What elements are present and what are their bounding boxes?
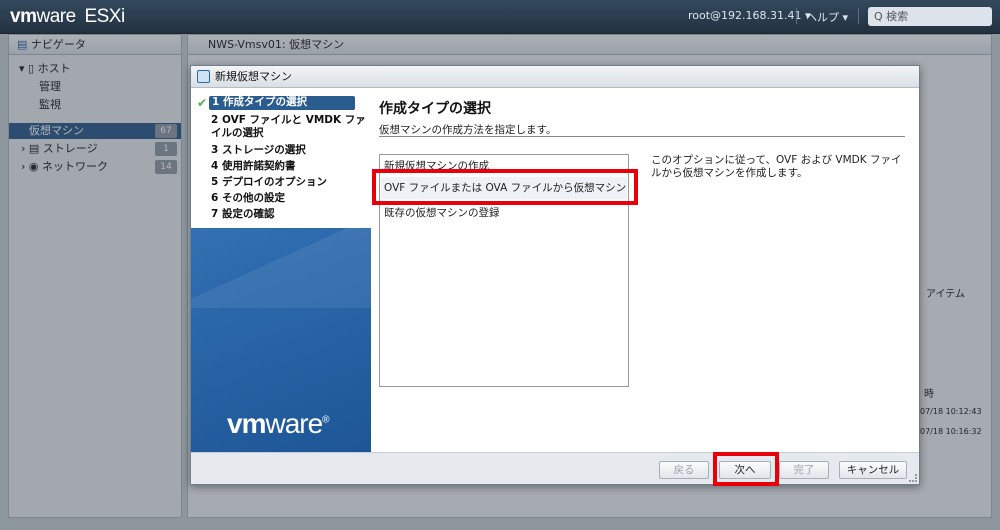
step-6[interactable]: 6 その他の設定: [211, 192, 371, 205]
brand-ware: ware: [36, 6, 76, 27]
highlight-next-button: [713, 452, 779, 486]
new-vm-icon: [197, 70, 210, 83]
step-3[interactable]: 3 ストレージの選択: [211, 144, 371, 157]
highlight-ovf-option: [372, 169, 638, 205]
step-5[interactable]: 5 デプロイのオプション: [211, 176, 371, 189]
divider: [379, 136, 905, 137]
page-title: 作成タイプの選択: [379, 101, 491, 117]
step-7[interactable]: 7 設定の確認: [211, 208, 371, 221]
brand-product: ESXi: [84, 6, 125, 27]
resize-grip[interactable]: [909, 474, 917, 482]
back-button[interactable]: 戻る: [659, 461, 709, 479]
dialog-title: 新規仮想マシン: [215, 70, 292, 83]
wizard-steps-panel: ✔ 1 作成タイプの選択 2 OVF ファイルと VMDK ファイルの選択 3 …: [191, 88, 371, 452]
new-vm-dialog: 新規仮想マシン ✔ 1 作成タイプの選択 2 OVF ファイルと VMDK ファ…: [190, 65, 920, 485]
divider: [858, 8, 859, 24]
vmware-esxi-logo: vmware ESXi: [10, 6, 125, 28]
option-description: このオプションに従って、OVF および VMDK ファイルから仮想マシンを作成し…: [651, 154, 902, 179]
divider: [796, 8, 797, 24]
logo-vm: vm: [227, 408, 266, 439]
dialog-titlebar: 新規仮想マシン: [191, 66, 919, 88]
option-register-existing[interactable]: 既存の仮想マシンの登録: [384, 205, 626, 221]
top-bar: vmware ESXi root@192.168.31.41 ▾ ヘルプ ▾ Q…: [0, 0, 1000, 34]
wizard-main: 作成タイプの選択 仮想マシンの作成方法を指定します。 新規仮想マシンの作成 OV…: [371, 88, 919, 452]
brand-vm: vm: [10, 6, 37, 27]
step-2[interactable]: 2 OVF ファイルと VMDK ファイルの選択: [211, 114, 371, 140]
logo-reg: ®: [322, 414, 329, 426]
finish-button[interactable]: 完了: [779, 461, 829, 479]
logo-ware: ware: [265, 408, 323, 439]
checkmark-icon: ✔: [197, 96, 208, 110]
step-1[interactable]: 1 作成タイプの選択: [209, 96, 355, 110]
user-menu[interactable]: root@192.168.31.41 ▾: [688, 9, 811, 22]
decorative-facet: [191, 208, 371, 308]
search-input[interactable]: Q 検索: [868, 7, 992, 26]
page-subtitle: 仮想マシンの作成方法を指定します。: [379, 124, 557, 136]
cancel-button[interactable]: キャンセル: [839, 461, 907, 479]
dialog-footer: 戻る 次へ 完了 キャンセル: [191, 452, 919, 484]
vmware-logo: vmware®: [227, 408, 330, 440]
step-4[interactable]: 4 使用許諾契約書: [211, 160, 371, 173]
help-menu[interactable]: ヘルプ ▾: [806, 9, 848, 25]
